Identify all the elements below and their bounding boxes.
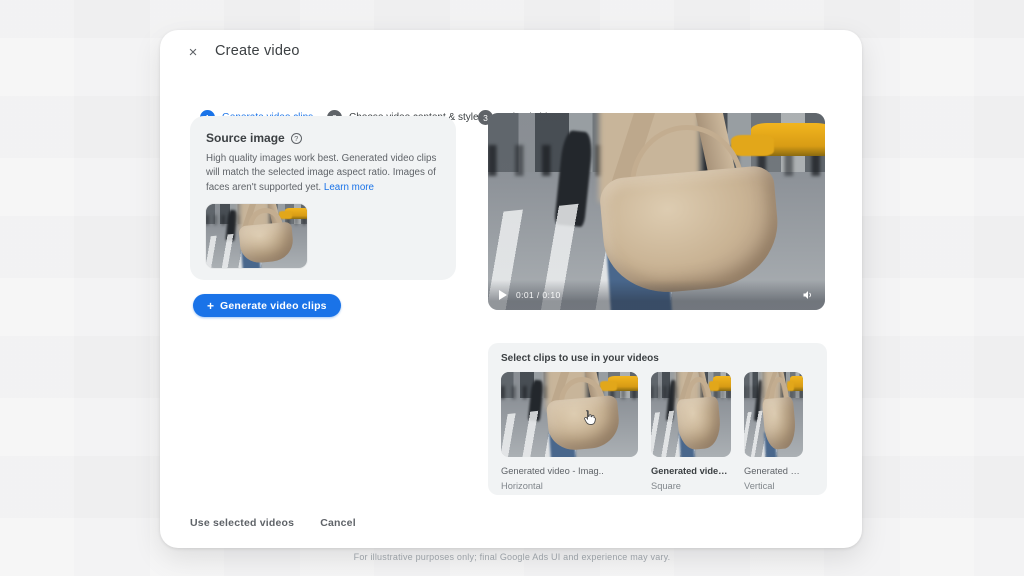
help-icon[interactable]: ? xyxy=(291,133,302,144)
clip-horizontal-image xyxy=(501,372,638,457)
source-image-panel: Source image ? High quality images work … xyxy=(190,116,456,280)
clip-name: Generated video - Imag.. xyxy=(501,466,638,476)
dialog-footer-actions: Use selected videos Cancel xyxy=(190,517,356,529)
select-clips-title: Select clips to use in your videos xyxy=(501,353,814,364)
plus-icon: + xyxy=(207,300,214,312)
learn-more-link[interactable]: Learn more xyxy=(324,182,374,193)
clip-thumbnail-square[interactable] xyxy=(651,372,731,457)
clip-thumbnail-horizontal[interactable] xyxy=(501,372,638,457)
clip-square-image xyxy=(651,372,731,457)
generate-button-label: Generate video clips xyxy=(220,300,327,312)
clip-format: Square xyxy=(651,481,731,491)
disclaimer-text: For illustrative purposes only; final Go… xyxy=(0,552,1024,562)
video-timestamp: 0:01 / 0:10 xyxy=(516,290,561,300)
clip-format: Horizontal xyxy=(501,481,638,491)
play-icon[interactable] xyxy=(499,290,507,300)
hand-cursor-icon xyxy=(580,408,599,427)
select-clips-panel: Select clips to use in your videos Gener… xyxy=(488,343,827,495)
clips-row: Generated video - Imag.. Horizontal Gene… xyxy=(501,372,814,491)
clip-name: Generated video - I.. xyxy=(651,466,731,476)
clip-name: Generated vid.. xyxy=(744,466,803,476)
clip-thumbnail-vertical[interactable] xyxy=(744,372,803,457)
clip-vertical-image xyxy=(744,372,803,457)
clip-card-square: Generated video - I.. Square xyxy=(651,372,731,491)
clip-card-vertical: Generated vid.. Vertical xyxy=(744,372,803,491)
video-controls-bar: 0:01 / 0:10 xyxy=(488,280,825,310)
close-icon[interactable]: × xyxy=(184,44,202,62)
source-image-description: High quality images work best. Generated… xyxy=(206,152,440,195)
create-video-dialog: × Create video 1 Generate video clips 2 … xyxy=(160,30,862,548)
source-image-thumbnail xyxy=(206,204,307,268)
clip-format: Vertical xyxy=(744,481,803,491)
volume-icon[interactable] xyxy=(802,289,814,301)
description-text: High quality images work best. Generated… xyxy=(206,153,436,193)
source-image-title: Source image xyxy=(206,131,285,145)
clip-card-horizontal: Generated video - Imag.. Horizontal xyxy=(501,372,638,491)
cancel-button[interactable]: Cancel xyxy=(320,517,356,529)
street-scene-image xyxy=(206,204,307,268)
generate-video-clips-button[interactable]: + Generate video clips xyxy=(193,294,341,317)
dialog-title: Create video xyxy=(215,43,300,59)
video-preview-player[interactable]: 0:01 / 0:10 xyxy=(488,113,825,310)
use-selected-videos-button[interactable]: Use selected videos xyxy=(190,517,294,529)
